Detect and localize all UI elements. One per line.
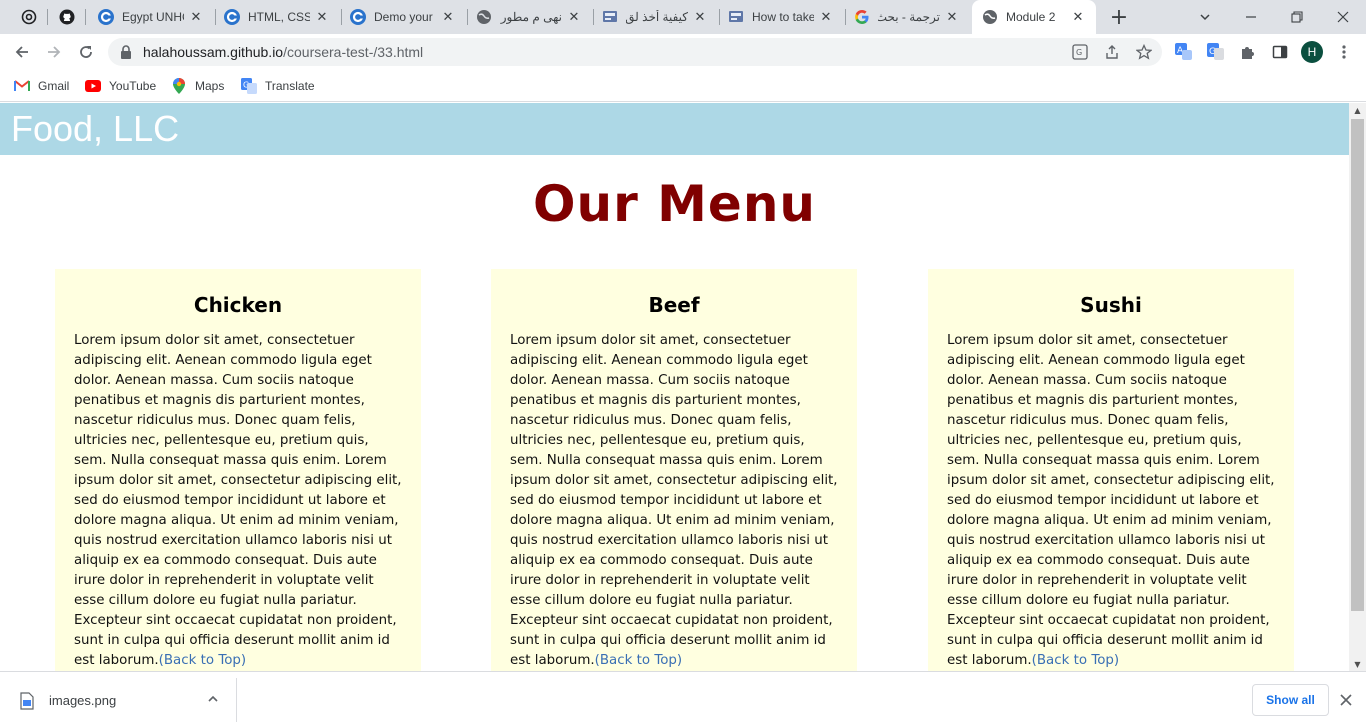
- menu-card-chicken: Chicken Lorem ipsum dolor sit amet, cons…: [55, 269, 421, 671]
- back-to-top-link[interactable]: (Back to Top): [1032, 653, 1120, 668]
- menu-card-sushi: Sushi Lorem ipsum dolor sit amet, consec…: [928, 269, 1294, 671]
- close-tab-icon[interactable]: ✕: [692, 9, 708, 25]
- close-tab-icon[interactable]: ✕: [1070, 9, 1086, 25]
- close-tab-icon[interactable]: ✕: [944, 9, 960, 25]
- tab-html-css[interactable]: HTML, CSS, ✕: [214, 0, 340, 34]
- bookmark-gmail[interactable]: Gmail: [14, 76, 69, 96]
- lock-icon[interactable]: [118, 44, 134, 60]
- reload-icon[interactable]: [72, 38, 100, 66]
- scroll-up-arrow-icon[interactable]: ▲: [1349, 103, 1366, 117]
- tab-strip: Egypt UNHC ✕ HTML, CSS, ✕ Demo your ✕ نه…: [0, 0, 1366, 34]
- translate-extension-icon[interactable]: A: [1170, 38, 1198, 66]
- back-to-top-link[interactable]: (Back to Top): [159, 653, 247, 668]
- coursera-icon: [98, 9, 114, 25]
- scroll-down-arrow-icon[interactable]: ▼: [1349, 657, 1366, 671]
- svg-text:G: G: [1076, 48, 1082, 57]
- tab-egypt-unhcr[interactable]: Egypt UNHC ✕: [88, 0, 214, 34]
- tab-arabic-1[interactable]: نهى م مطور ✕: [466, 0, 592, 34]
- openai-icon: [21, 9, 37, 25]
- brand-title: Food, LLC: [11, 108, 180, 149]
- show-all-button[interactable]: Show all: [1252, 684, 1329, 716]
- tab-how-to-take[interactable]: How to take ✕: [718, 0, 844, 34]
- card-title: Sushi: [1080, 293, 1142, 317]
- coursera-icon: [224, 9, 240, 25]
- github-icon: [59, 9, 75, 25]
- close-icon[interactable]: [1336, 690, 1356, 710]
- page-viewport: Food, LLC Our Menu Chicken Lorem ipsum d…: [0, 103, 1349, 671]
- bookmark-maps[interactable]: Maps: [171, 76, 224, 96]
- tab-pinned-openai[interactable]: [12, 0, 46, 34]
- back-icon[interactable]: [8, 38, 36, 66]
- card-body: Lorem ipsum dolor sit amet, consectetuer…: [510, 333, 838, 668]
- side-panel-icon[interactable]: [1266, 38, 1294, 66]
- tab-search-icon[interactable]: [1191, 4, 1219, 30]
- tab-demo-your[interactable]: Demo your ✕: [340, 0, 466, 34]
- new-tab-button[interactable]: +: [1105, 4, 1133, 30]
- google-translate-extension-icon[interactable]: G: [1202, 38, 1230, 66]
- download-file-name: images.png: [49, 693, 117, 708]
- translate-page-icon[interactable]: G: [1070, 42, 1090, 62]
- kebab-menu-icon[interactable]: [1330, 38, 1358, 66]
- bookmarks-bar: Gmail YouTube Maps G Translate: [0, 70, 1366, 102]
- globe-icon: [476, 9, 492, 25]
- share-icon[interactable]: [1102, 42, 1122, 62]
- card-title: Chicken: [193, 293, 283, 317]
- translate-icon: G: [241, 78, 257, 94]
- browser-toolbar: halahoussam.github.io/coursera-test-/33.…: [0, 34, 1366, 70]
- tab-google-translate-search[interactable]: ترجمة - بحث ✕: [844, 0, 970, 34]
- download-shelf: images.png Show all: [0, 671, 1366, 728]
- youtube-icon: [85, 78, 101, 94]
- card-body: Lorem ipsum dolor sit amet, consectetuer…: [947, 333, 1275, 668]
- file-image-icon: [20, 692, 36, 710]
- coursera-icon: [350, 9, 366, 25]
- bookmark-youtube[interactable]: YouTube: [85, 76, 156, 96]
- card-body: Lorem ipsum dolor sit amet, consectetuer…: [74, 333, 402, 668]
- close-tab-icon[interactable]: ✕: [188, 9, 204, 25]
- card-title: Beef: [648, 293, 700, 317]
- restore-icon[interactable]: [1283, 4, 1311, 30]
- page-icon: [728, 9, 744, 25]
- maps-icon: [171, 78, 187, 94]
- bookmark-translate[interactable]: G Translate: [241, 76, 315, 96]
- page-title: Our Menu: [532, 175, 817, 233]
- profile-avatar[interactable]: H: [1298, 38, 1326, 66]
- minimize-icon[interactable]: [1237, 4, 1265, 30]
- back-to-top-link[interactable]: (Back to Top): [595, 653, 683, 668]
- google-icon: [854, 9, 870, 25]
- site-header: Food, LLC: [0, 103, 1349, 155]
- tab-arabic-2[interactable]: كيفية أخذ لق ✕: [592, 0, 718, 34]
- scrollbar-thumb[interactable]: [1351, 119, 1364, 611]
- page-icon: [602, 9, 618, 25]
- close-tab-icon[interactable]: ✕: [566, 9, 582, 25]
- tab-module-2[interactable]: Module 2 ✕: [972, 0, 1096, 34]
- bookmark-star-icon[interactable]: [1134, 42, 1154, 62]
- forward-icon[interactable]: [40, 38, 68, 66]
- tab-pinned-github[interactable]: [50, 0, 84, 34]
- close-tab-icon[interactable]: ✕: [314, 9, 330, 25]
- close-tab-icon[interactable]: ✕: [440, 9, 456, 25]
- gmail-icon: [14, 78, 30, 94]
- page-scrollbar[interactable]: ▲ ▼: [1349, 103, 1366, 671]
- close-tab-icon[interactable]: ✕: [818, 9, 834, 25]
- extensions-puzzle-icon[interactable]: [1234, 38, 1262, 66]
- address-bar[interactable]: halahoussam.github.io/coursera-test-/33.…: [108, 38, 1162, 66]
- url-text[interactable]: halahoussam.github.io/coursera-test-/33.…: [143, 44, 423, 60]
- window-close-icon[interactable]: [1329, 4, 1357, 30]
- menu-card-beef: Beef Lorem ipsum dolor sit amet, consect…: [491, 269, 857, 671]
- chevron-up-icon[interactable]: [204, 690, 222, 708]
- globe-icon: [982, 9, 998, 25]
- download-item[interactable]: images.png: [0, 678, 237, 722]
